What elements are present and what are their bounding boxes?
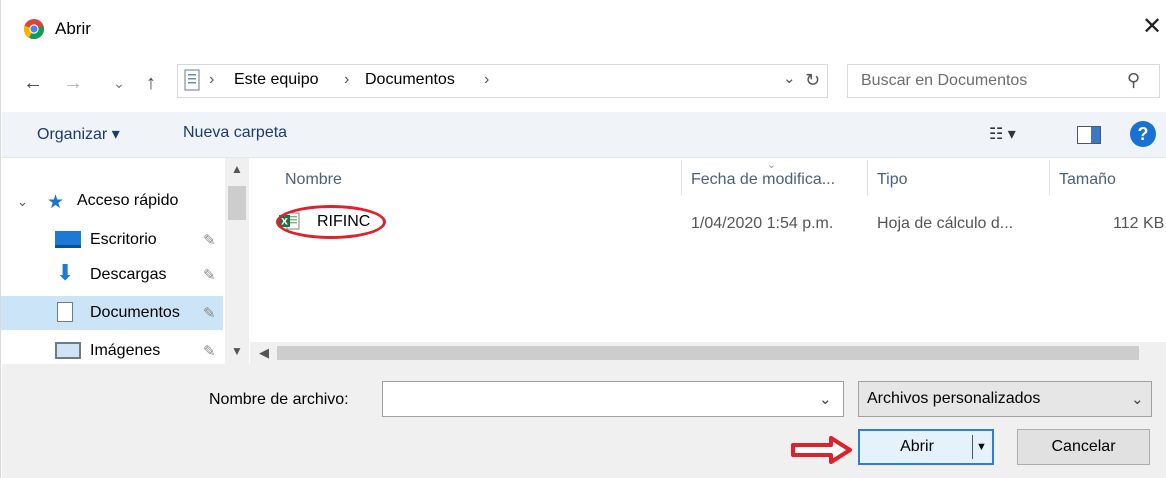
organize-menu-button[interactable]: Organizar ▾ <box>37 124 120 144</box>
recent-locations-chevron-icon[interactable]: ⌄ <box>111 68 127 98</box>
star-icon: ★ <box>47 192 65 213</box>
file-type-filter-value: Archivos personalizados <box>867 390 1041 407</box>
open-button-label: Abrir <box>900 438 934 455</box>
new-folder-button[interactable]: Nueva carpeta <box>183 124 287 142</box>
sidebar-item-imagenes[interactable]: Imágenes ✎ <box>1 334 223 364</box>
annotation-ellipse <box>276 205 386 239</box>
filename-label: Nombre de archivo: <box>209 391 349 408</box>
address-dropdown-chevron-icon[interactable]: ⌄ <box>783 69 796 87</box>
column-divider[interactable] <box>867 160 868 196</box>
back-arrow-icon[interactable]: ← <box>21 68 45 98</box>
sidebar-item-descargas[interactable]: ⬇ Descargas ✎ <box>1 258 223 292</box>
cancel-button[interactable]: Cancelar <box>1017 429 1150 465</box>
sort-chevron-icon: ⌄ <box>767 159 777 171</box>
documents-icon <box>57 302 73 322</box>
sidebar-item-label: Descargas <box>90 266 167 283</box>
file-type: Hoja de cálculo d... <box>877 215 1014 232</box>
documents-folder-icon <box>183 69 201 91</box>
breadcrumb-este-equipo[interactable]: Este equipo <box>234 71 319 89</box>
up-arrow-icon[interactable]: ↑ <box>139 68 163 98</box>
column-header-modified[interactable]: Fecha de modifica... <box>691 171 835 189</box>
search-icon[interactable]: ⚲ <box>1127 70 1140 91</box>
scroll-up-arrow-icon[interactable]: ▲ <box>231 162 243 176</box>
view-options-icon[interactable]: ☷ ▾ <box>989 124 1016 144</box>
sidebar-item-label: Documentos <box>90 304 180 321</box>
scroll-left-arrow-icon[interactable]: ◀ <box>259 345 269 361</box>
filename-input[interactable] <box>382 381 844 417</box>
desktop-icon <box>55 231 81 248</box>
refresh-icon[interactable]: ↻ <box>805 70 820 91</box>
sidebar-item-escritorio[interactable]: Escritorio ✎ <box>1 223 223 257</box>
breadcrumb-separator: › <box>209 71 215 88</box>
open-button[interactable]: Abrir ▼ <box>858 429 994 465</box>
navigation-scroll-thumb[interactable] <box>228 186 246 220</box>
pin-icon: ✎ <box>203 232 216 249</box>
window-title: Abrir <box>55 19 91 38</box>
breadcrumb-separator: › <box>484 71 490 88</box>
filter-dropdown-chevron-icon[interactable]: ⌄ <box>1131 390 1144 408</box>
preview-pane-icon[interactable] <box>1077 126 1101 144</box>
file-list-scroll-thumb[interactable] <box>277 346 1139 360</box>
sidebar-item-documentos[interactable]: Documentos ✎ <box>1 296 223 330</box>
help-icon[interactable]: ? <box>1130 121 1156 147</box>
annotation-arrow <box>791 435 853 465</box>
title-bar <box>1 0 1166 60</box>
sidebar-item-label: Imágenes <box>90 342 161 359</box>
breadcrumb-separator: › <box>344 71 350 88</box>
column-header-size[interactable]: Tamaño <box>1059 171 1116 189</box>
pin-icon: ✎ <box>203 267 216 284</box>
forward-arrow-icon[interactable]: → <box>61 68 85 98</box>
open-options-arrow-icon[interactable]: ▼ <box>976 431 987 463</box>
open-file-dialog: Abrir ✕ ← → ⌄ ↑ › Este equipo › Document… <box>0 0 1166 478</box>
breadcrumb-documentos[interactable]: Documentos <box>365 71 455 89</box>
column-header-name[interactable]: Nombre <box>285 171 342 189</box>
search-placeholder[interactable]: Buscar en Documentos <box>861 72 1027 90</box>
column-header-type[interactable]: Tipo <box>877 171 908 189</box>
sidebar-item-quick-access[interactable]: Acceso rápido <box>77 192 178 210</box>
chrome-icon <box>23 18 45 40</box>
close-icon[interactable]: ✕ <box>1139 14 1165 40</box>
pin-icon: ✎ <box>203 343 216 360</box>
split-divider <box>972 435 973 459</box>
file-modified-date: 1/04/2020 1:54 p.m. <box>691 215 834 232</box>
expand-chevron-icon[interactable]: ⌄ <box>17 194 28 210</box>
filename-dropdown-chevron-icon[interactable]: ⌄ <box>819 390 832 408</box>
column-divider[interactable] <box>681 160 682 196</box>
sidebar-item-label: Escritorio <box>90 231 157 248</box>
column-divider[interactable] <box>1049 160 1050 196</box>
scroll-down-arrow-icon[interactable]: ▼ <box>231 344 243 358</box>
download-arrow-icon: ⬇ <box>56 260 75 285</box>
pictures-icon <box>55 342 81 359</box>
pin-icon: ✎ <box>203 305 216 322</box>
file-size: 112 KB <box>1113 215 1165 232</box>
